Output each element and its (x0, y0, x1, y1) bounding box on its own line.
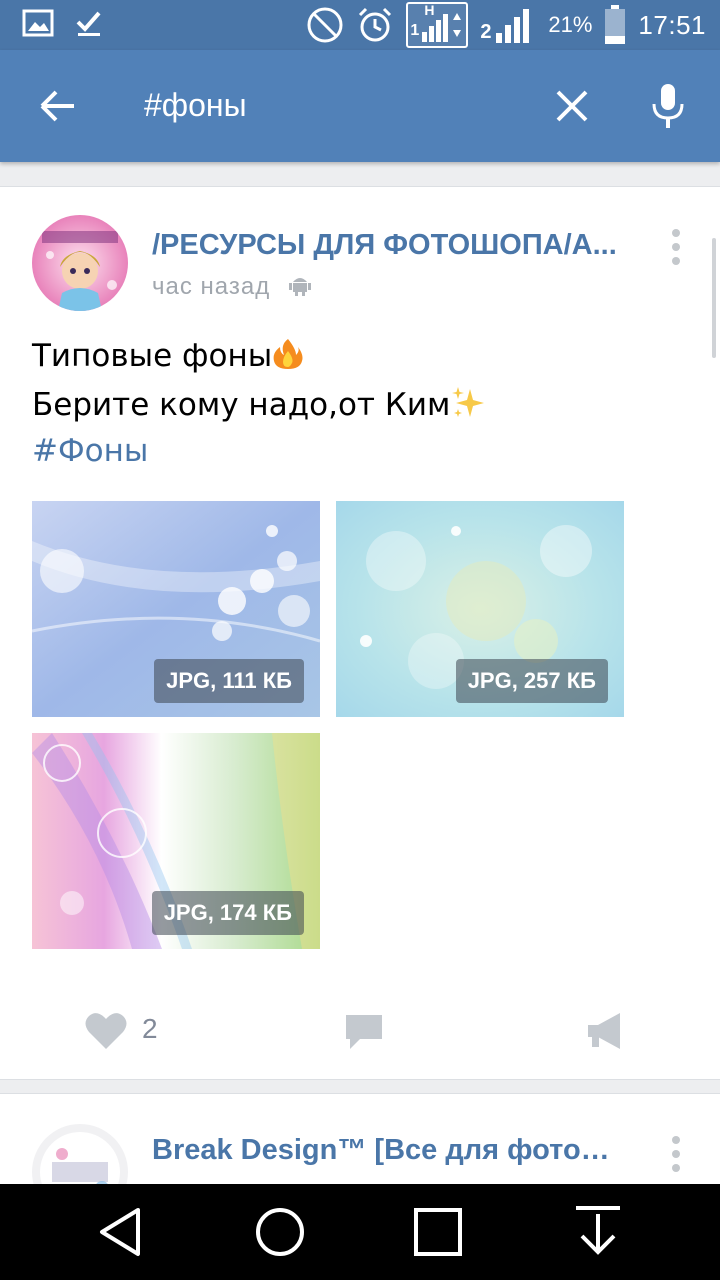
close-icon (556, 90, 588, 122)
photo-attachment-1[interactable]: JPG, 111 КБ (32, 501, 320, 717)
gallery-notification-icon (22, 9, 54, 37)
share-button[interactable] (586, 1011, 624, 1051)
avatar-image (32, 215, 128, 311)
more-vertical-icon (672, 229, 680, 265)
sim2-label: 2 (480, 21, 492, 43)
search-toolbar: #фоны (0, 50, 720, 162)
comment-button[interactable] (344, 1011, 384, 1051)
nav-home-button[interactable] (252, 1204, 308, 1260)
group-avatar[interactable] (32, 215, 128, 311)
arrow-down-bar-icon (576, 1206, 620, 1255)
megaphone-icon (588, 1013, 620, 1049)
download-complete-icon (76, 11, 101, 36)
sim1-signal: H 1 (406, 2, 469, 48)
fire-emoji-icon (272, 337, 304, 378)
post-text-line-1: Типовые фоны (32, 337, 304, 378)
post-text-line-2: Берите кому надо,от Ким (32, 385, 486, 428)
signal-bars-2-icon (496, 9, 530, 43)
system-nav-bar (0, 1184, 720, 1280)
post-text-2: Берите кому надо,от Ким (32, 387, 451, 423)
heart-icon (85, 1013, 127, 1049)
hashtag-link[interactable]: #Фоны (32, 433, 148, 469)
sparkles-emoji-icon (450, 385, 486, 428)
clear-search-button[interactable] (548, 78, 596, 134)
next-post-card: Break Design™ [Все для фотош... (0, 1093, 720, 1220)
more-vertical-icon (672, 1136, 680, 1172)
file-size-badge: JPG, 257 КБ (455, 659, 608, 703)
like-count: 2 (142, 1013, 158, 1044)
post-menu-button[interactable] (664, 1134, 688, 1174)
microphone-icon (652, 84, 684, 128)
voice-search-button[interactable] (644, 78, 692, 134)
battery-icon (605, 5, 626, 44)
nav-recents-button[interactable] (410, 1204, 466, 1260)
clock: 17:51 (638, 9, 706, 40)
post-card: /РЕСУРСЫ ДЛЯ ФОТОШОПА/А... час назад Тип… (0, 186, 720, 1080)
square-recents-icon (414, 1208, 462, 1256)
sim1-label: 1 (410, 22, 420, 39)
photo-attachment-2[interactable]: JPG, 257 КБ (336, 501, 624, 717)
signal-bars-icon (422, 13, 462, 42)
do-not-disturb-icon (307, 7, 343, 43)
nav-back-button[interactable] (94, 1204, 150, 1260)
post-menu-button[interactable] (664, 227, 688, 267)
group-name-link[interactable]: /РЕСУРСЫ ДЛЯ ФОТОШОПА/А... (152, 229, 622, 262)
photo-attachment-3[interactable]: JPG, 174 КБ (32, 733, 320, 949)
back-button[interactable] (30, 78, 86, 134)
comment-icon (346, 1015, 382, 1049)
search-input[interactable]: #фоны (144, 87, 247, 124)
battery-percent: 21% (548, 12, 593, 37)
post-time: час назад (152, 273, 271, 300)
scrollbar[interactable] (712, 238, 716, 358)
circle-home-icon (256, 1208, 304, 1256)
arrow-back-icon (40, 90, 74, 122)
post-text-1: Типовые фоны (32, 338, 273, 374)
like-button[interactable] (84, 1011, 128, 1051)
triangle-back-icon (100, 1208, 140, 1256)
file-size-badge: JPG, 111 КБ (154, 659, 304, 703)
next-group-name-link[interactable]: Break Design™ [Все для фотош... (152, 1134, 622, 1167)
file-size-badge: JPG, 174 КБ (151, 891, 304, 935)
nav-notifications-button[interactable] (570, 1204, 626, 1260)
status-bar: H 1 2 21% 17:51 (0, 0, 720, 50)
alarm-icon (359, 7, 392, 42)
android-icon (289, 278, 311, 296)
sim2-signal: 2 (480, 5, 536, 45)
